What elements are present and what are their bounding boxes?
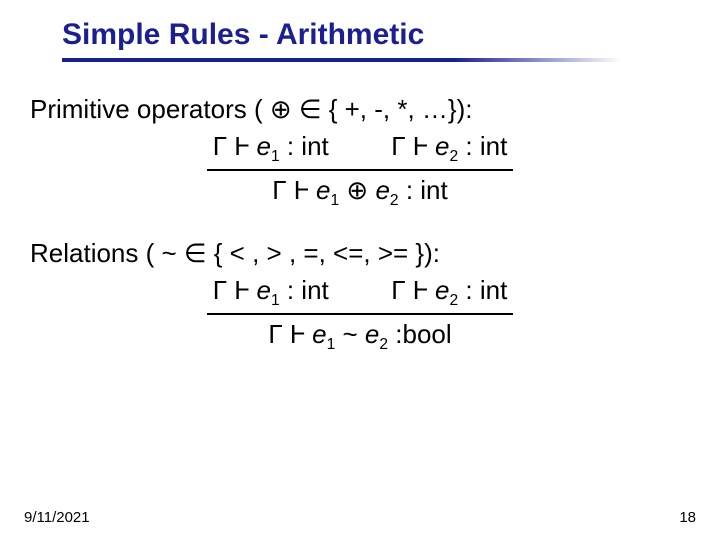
var-e: e xyxy=(365,319,379,349)
text: : int xyxy=(280,275,329,305)
slide-body: Primitive operators ( ⊕ ∈ { +, -, *, …})… xyxy=(0,62,720,355)
text: : int xyxy=(280,131,329,161)
rule2-prem1: Γ Ⱶ e1 : int xyxy=(213,275,336,305)
operator: ~ xyxy=(335,319,365,349)
text: Γ Ⱶ xyxy=(213,131,257,161)
subscript: 2 xyxy=(449,292,458,309)
rule1-premises: Γ Ⱶ e1 : int Γ Ⱶ e2 : int xyxy=(30,129,690,171)
rule1-conclusion: Γ Ⱶ e1 ⊕ e2 : int xyxy=(30,173,690,211)
text: Γ Ⱶ xyxy=(391,275,435,305)
var-e: e xyxy=(435,275,449,305)
rule1-prem1: Γ Ⱶ e1 : int xyxy=(213,131,336,161)
rule2-conclusion: Γ Ⱶ e1 ~ e2 :bool xyxy=(30,317,690,355)
subscript: 2 xyxy=(449,148,458,165)
var-e: e xyxy=(256,275,270,305)
text: Γ Ⱶ xyxy=(268,319,312,349)
operator: ⊕ xyxy=(339,175,375,205)
subscript: 2 xyxy=(390,193,399,210)
footer-page-number: 18 xyxy=(679,509,696,526)
subscript: 1 xyxy=(271,148,280,165)
slide-title: Simple Rules - Arithmetic xyxy=(62,18,720,52)
rule2-premises: Γ Ⱶ e1 : int Γ Ⱶ e2 : int xyxy=(30,273,690,315)
subscript: 1 xyxy=(331,193,340,210)
footer: 9/11/2021 18 xyxy=(24,509,696,526)
section2-heading: Relations ( ~ ∈ { < , > , =, <=, >= }): xyxy=(30,236,690,271)
section1-heading: Primitive operators ( ⊕ ∈ { +, -, *, …})… xyxy=(30,92,690,127)
rule2-prem2: Γ Ⱶ e2 : int xyxy=(391,275,507,305)
var-e: e xyxy=(435,131,449,161)
text: : int xyxy=(458,275,507,305)
text: : int xyxy=(399,175,448,205)
section-gap xyxy=(30,212,690,230)
var-e: e xyxy=(316,175,330,205)
rule1-prem2: Γ Ⱶ e2 : int xyxy=(391,131,507,161)
var-e: e xyxy=(312,319,326,349)
subscript: 1 xyxy=(327,336,336,353)
footer-date: 9/11/2021 xyxy=(24,509,90,526)
text: :bool xyxy=(388,319,452,349)
subscript: 1 xyxy=(271,292,280,309)
var-e: e xyxy=(375,175,389,205)
text: : int xyxy=(458,131,507,161)
text: Γ Ⱶ xyxy=(213,275,257,305)
text: Γ Ⱶ xyxy=(272,175,316,205)
text: Γ Ⱶ xyxy=(391,131,435,161)
var-e: e xyxy=(256,131,270,161)
title-area: Simple Rules - Arithmetic xyxy=(0,0,720,62)
subscript: 2 xyxy=(379,336,388,353)
